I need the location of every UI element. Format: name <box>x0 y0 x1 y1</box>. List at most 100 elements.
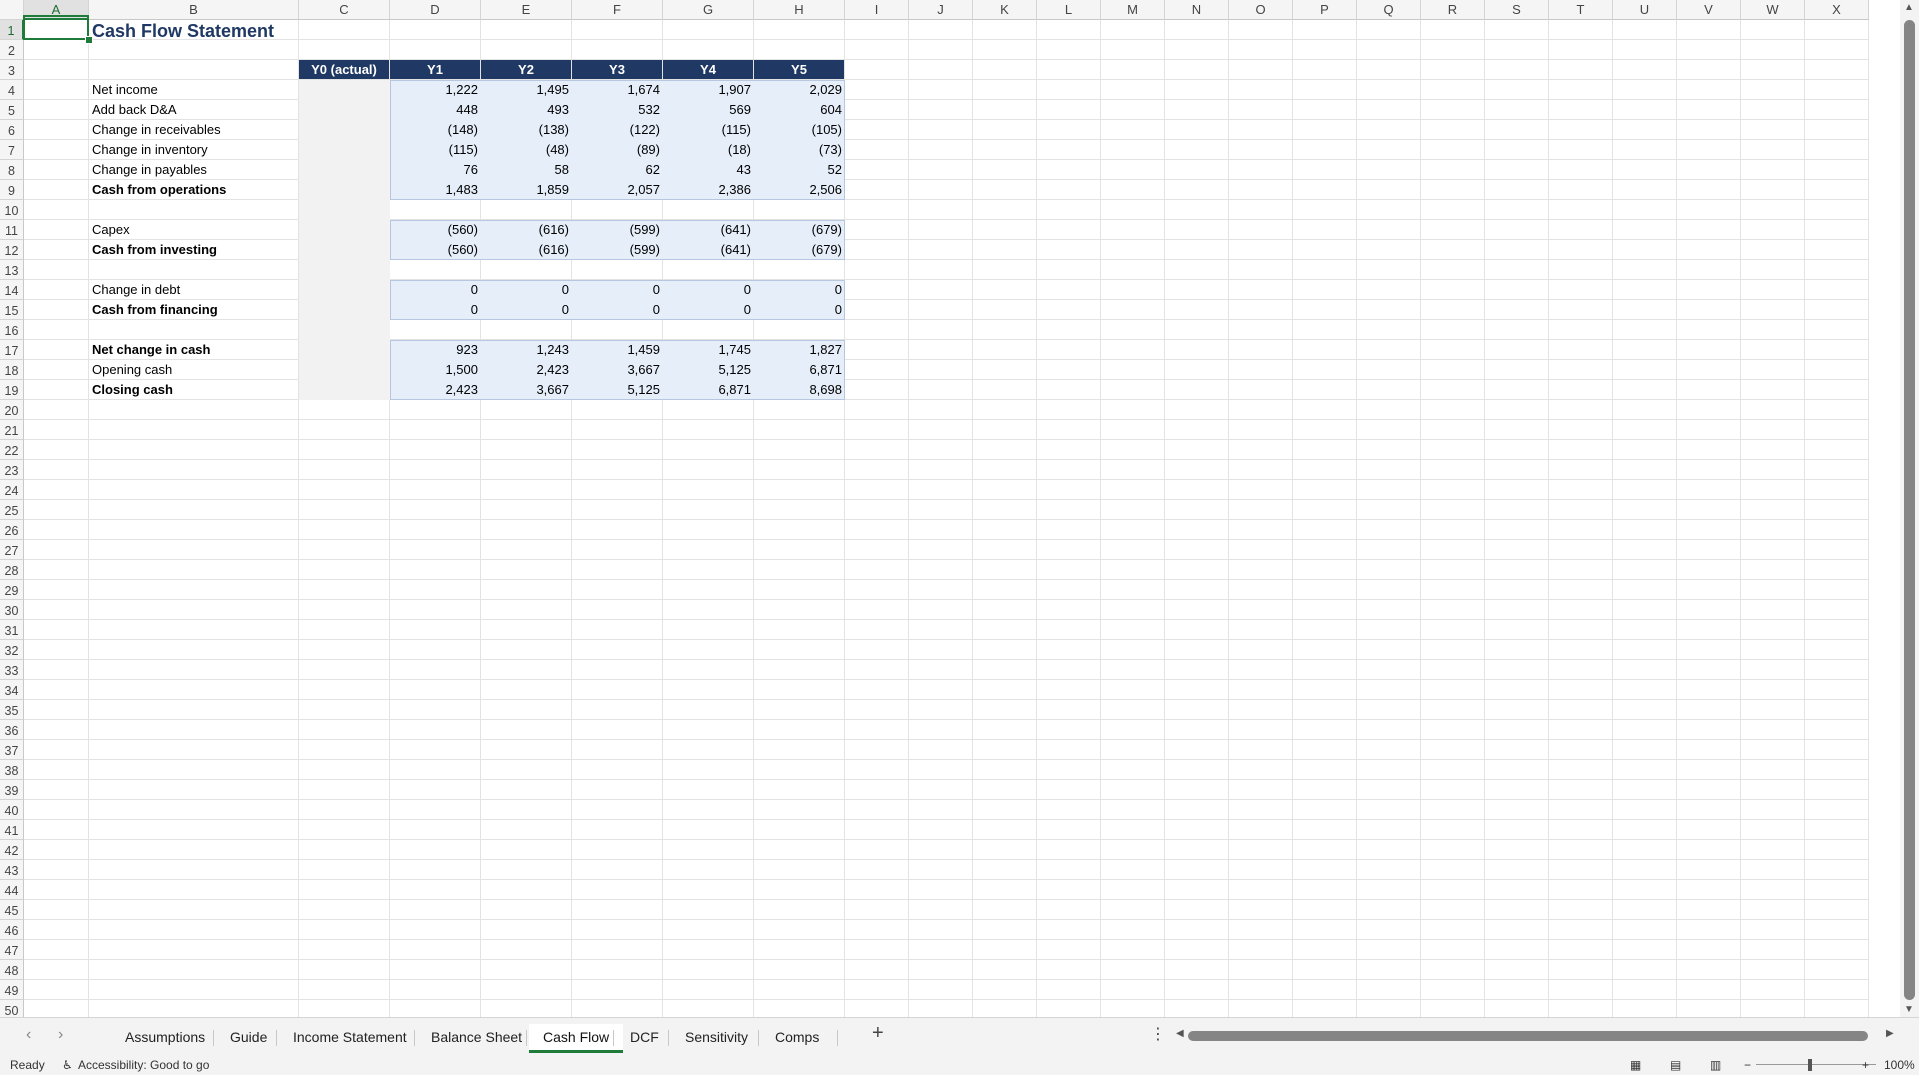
value-cell[interactable]: 569 <box>663 100 754 120</box>
scroll-down-icon[interactable]: ▼ <box>1904 1004 1914 1015</box>
row-header-42[interactable]: 42 <box>0 840 24 860</box>
value-cell[interactable]: 448 <box>390 100 481 120</box>
value-cell[interactable]: 0 <box>481 280 572 300</box>
column-header-c[interactable]: C <box>299 0 390 20</box>
header-cell-d[interactable]: Y1 <box>390 60 480 79</box>
sheet-tab-guide[interactable]: Guide <box>216 1024 281 1050</box>
value-cell[interactable]: 3,667 <box>572 360 663 380</box>
value-cell[interactable]: (138) <box>481 120 572 140</box>
zoom-slider-thumb[interactable] <box>1808 1059 1812 1071</box>
value-cell[interactable]: (89) <box>572 140 663 160</box>
row-label[interactable]: Cash from financing <box>89 300 221 320</box>
zoom-slider[interactable] <box>1756 1064 1876 1065</box>
value-cell[interactable]: (616) <box>481 240 572 260</box>
active-cell-selection[interactable] <box>23 15 89 40</box>
header-cell-h[interactable]: Y5 <box>754 60 844 79</box>
value-cell[interactable]: 0 <box>572 280 663 300</box>
value-cell[interactable]: 8,698 <box>754 380 845 400</box>
row-label[interactable]: Cash from investing <box>89 240 220 260</box>
row-header-46[interactable]: 46 <box>0 920 24 940</box>
row-header-48[interactable]: 48 <box>0 960 24 980</box>
column-header-f[interactable]: F <box>572 0 663 20</box>
value-cell[interactable]: (122) <box>572 120 663 140</box>
spreadsheet-grid[interactable]: ABCDEFGHIJKLMNOPQRSTUVWX 1 2 3 4 5 6 7 8 9 10 11 12… <box>0 0 1900 1017</box>
sheet-tab-sensitivity[interactable]: Sensitivity <box>671 1024 762 1050</box>
row-header-21[interactable]: 21 <box>0 420 24 440</box>
row-label[interactable]: Cash from operations <box>89 180 229 200</box>
sheet-tab-balance-sheet[interactable]: Balance Sheet <box>417 1024 536 1050</box>
column-header-o[interactable]: O <box>1229 0 1293 20</box>
row-header-9[interactable]: 9 <box>0 180 24 200</box>
row-header-24[interactable]: 24 <box>0 480 24 500</box>
row-header-35[interactable]: 35 <box>0 700 24 720</box>
value-cell[interactable]: 1,222 <box>390 80 481 100</box>
value-cell[interactable]: 1,827 <box>754 340 845 360</box>
value-cell[interactable]: 5,125 <box>572 380 663 400</box>
value-cell[interactable]: 1,907 <box>663 80 754 100</box>
row-header-26[interactable]: 26 <box>0 520 24 540</box>
header-cell-g[interactable]: Y4 <box>663 60 753 79</box>
value-cell[interactable]: 0 <box>663 300 754 320</box>
horizontal-scrollbar[interactable]: ◀ ▶ <box>1176 1028 1896 1044</box>
row-label[interactable]: Opening cash <box>89 360 175 380</box>
column-header-q[interactable]: Q <box>1357 0 1421 20</box>
value-cell[interactable]: 923 <box>390 340 481 360</box>
row-header-22[interactable]: 22 <box>0 440 24 460</box>
column-header-m[interactable]: M <box>1101 0 1165 20</box>
row-label[interactable]: Closing cash <box>89 380 176 400</box>
row-header-33[interactable]: 33 <box>0 660 24 680</box>
row-header-10[interactable]: 10 <box>0 200 24 220</box>
row-header-23[interactable]: 23 <box>0 460 24 480</box>
value-cell[interactable]: 1,483 <box>390 180 481 200</box>
sheet-tab-assumptions[interactable]: Assumptions <box>111 1024 219 1050</box>
column-header-p[interactable]: P <box>1293 0 1357 20</box>
zoom-out-icon[interactable]: − <box>1744 1055 1751 1075</box>
row-header-11[interactable]: 11 <box>0 220 24 240</box>
value-cell[interactable]: (48) <box>481 140 572 160</box>
row-header-40[interactable]: 40 <box>0 800 24 820</box>
row-header-45[interactable]: 45 <box>0 900 24 920</box>
column-header-i[interactable]: I <box>845 0 909 20</box>
value-cell[interactable]: 1,459 <box>572 340 663 360</box>
value-cell[interactable]: 76 <box>390 160 481 180</box>
value-cell[interactable]: 0 <box>663 280 754 300</box>
value-cell[interactable]: 1,243 <box>481 340 572 360</box>
row-header-38[interactable]: 38 <box>0 760 24 780</box>
row-header-49[interactable]: 49 <box>0 980 24 1000</box>
column-header-t[interactable]: T <box>1549 0 1613 20</box>
column-header-l[interactable]: L <box>1037 0 1101 20</box>
value-cell[interactable]: 58 <box>481 160 572 180</box>
row-label[interactable]: Capex <box>89 220 133 240</box>
value-cell[interactable]: 1,674 <box>572 80 663 100</box>
value-cell[interactable]: 0 <box>754 300 845 320</box>
column-header-h[interactable]: H <box>754 0 845 20</box>
value-cell[interactable]: 62 <box>572 160 663 180</box>
row-header-41[interactable]: 41 <box>0 820 24 840</box>
value-cell[interactable]: (115) <box>663 120 754 140</box>
chevron-left-icon[interactable]: ‹ <box>26 1026 31 1044</box>
row-header-44[interactable]: 44 <box>0 880 24 900</box>
row-header-18[interactable]: 18 <box>0 360 24 380</box>
horizontal-scroll-thumb[interactable] <box>1188 1031 1868 1041</box>
value-cell[interactable]: (18) <box>663 140 754 160</box>
row-header-28[interactable]: 28 <box>0 560 24 580</box>
row-header-14[interactable]: 14 <box>0 280 24 300</box>
value-cell[interactable]: 2,506 <box>754 180 845 200</box>
value-cell[interactable]: (641) <box>663 240 754 260</box>
sheet-tab-dcf[interactable]: DCF <box>616 1024 673 1050</box>
row-label[interactable]: Change in inventory <box>89 140 211 160</box>
header-cell-f[interactable]: Y3 <box>572 60 662 79</box>
row-header-31[interactable]: 31 <box>0 620 24 640</box>
row-header-1[interactable]: 1 <box>0 20 24 40</box>
value-cell[interactable]: 5,125 <box>663 360 754 380</box>
value-cell[interactable]: (148) <box>390 120 481 140</box>
value-cell[interactable]: 2,029 <box>754 80 845 100</box>
scroll-left-icon[interactable]: ◀ <box>1176 1028 1184 1039</box>
header-cell-c[interactable]: Y0 (actual) <box>299 60 389 79</box>
grid-view-icon[interactable]: ▦ <box>1630 1055 1641 1075</box>
column-header-d[interactable]: D <box>390 0 481 20</box>
select-all-corner[interactable] <box>0 0 24 20</box>
sheet-tab-comps[interactable]: Comps <box>761 1024 833 1050</box>
row-label[interactable]: Net income <box>89 80 161 100</box>
value-cell[interactable]: 2,423 <box>481 360 572 380</box>
